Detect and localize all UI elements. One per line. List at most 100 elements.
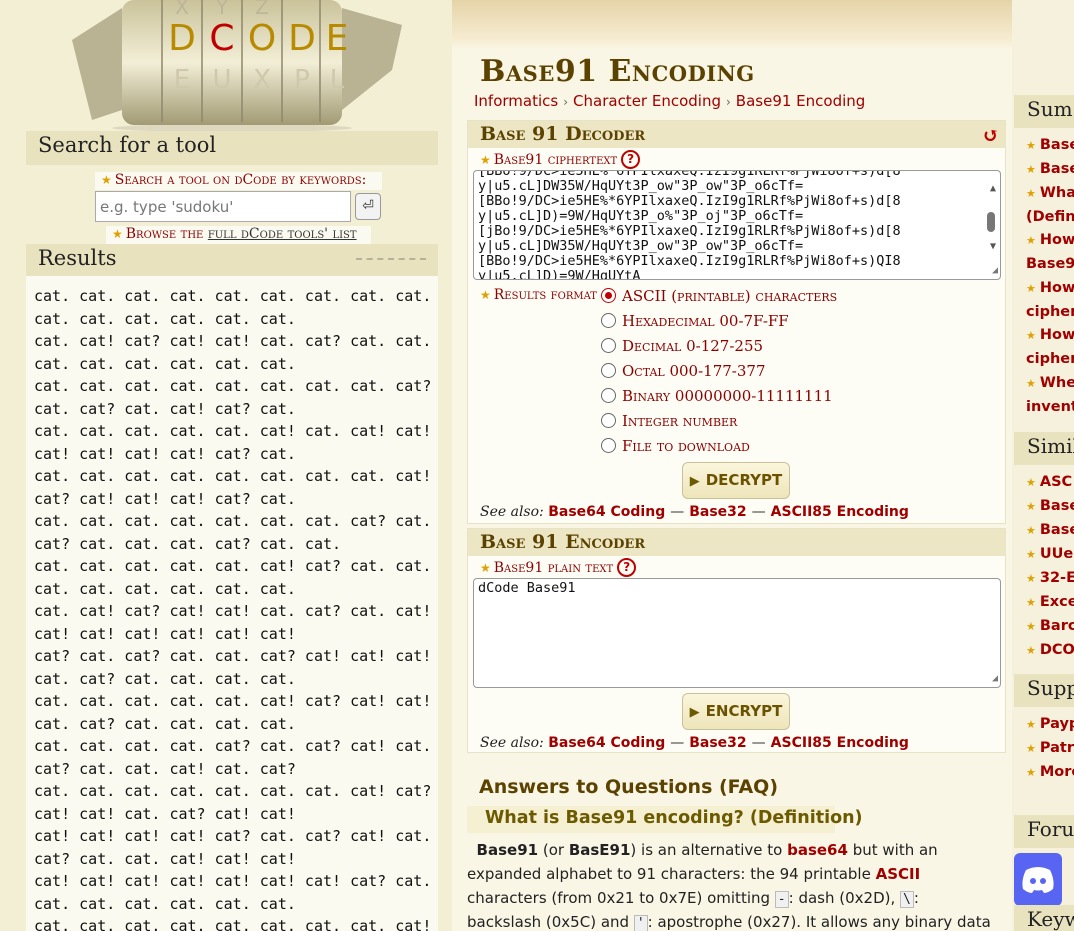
char-dash: - bbox=[774, 891, 789, 908]
star-icon: ★ bbox=[1026, 572, 1036, 585]
summary-item[interactable]: ★ How bbox=[1026, 232, 1074, 248]
result-line: cat! cat! cat! cat! cat? cat. cat? cat! … bbox=[34, 827, 432, 845]
logo-letter: D bbox=[168, 18, 196, 59]
format-option[interactable]: Decimal 0-127-255 bbox=[601, 337, 763, 359]
ciphertext-textarea[interactable]: [BBo!9/DC>ie5HE%*6YPIlxaxeQ.IzI9g1RLRf%P… bbox=[473, 170, 1001, 280]
textarea-scrollbar[interactable]: ▲ ▼ bbox=[984, 173, 998, 277]
similar-item[interactable]: ★ Exce bbox=[1026, 594, 1074, 610]
logo-letter: C bbox=[209, 18, 234, 59]
browse-all-tools: ★ Browse the full dCode tools' list bbox=[106, 226, 371, 244]
main-content: Base91 Encoding Informatics › Character En… bbox=[452, 0, 1012, 931]
help-icon[interactable]: ? bbox=[621, 150, 641, 169]
similar-item[interactable]: ★ Barc bbox=[1026, 618, 1074, 634]
format-option[interactable]: Integer number bbox=[601, 412, 737, 434]
radio-button[interactable] bbox=[601, 288, 616, 303]
logo-letter: Z bbox=[255, 0, 269, 19]
logo-letter: X bbox=[175, 0, 189, 19]
forum-title: Foru bbox=[1014, 815, 1074, 848]
dcode-logo[interactable]: X Y Z D C O D E E U X P L bbox=[0, 0, 452, 131]
summary-item-label: Whe bbox=[1039, 375, 1074, 391]
faq-question: What is Base91 encoding? (Definition) bbox=[467, 806, 863, 833]
similar-item[interactable]: ★ 32-E bbox=[1026, 570, 1074, 586]
summary-item[interactable]: ★ How bbox=[1026, 327, 1074, 343]
result-line: cat. cat. cat. cat. cat. cat! cat? cat! … bbox=[34, 692, 432, 710]
format-option[interactable]: Octal 000-177-377 bbox=[601, 362, 766, 384]
summary-item-cont[interactable]: Base91 bbox=[1026, 256, 1074, 272]
decrypt-button[interactable]: ▶ DECRYPT bbox=[682, 462, 790, 499]
similar-item[interactable]: ★ ASC bbox=[1026, 474, 1072, 490]
similar-item[interactable]: ★ DCO bbox=[1026, 642, 1074, 658]
plaintext-textarea[interactable]: dCode Base91 ◢ bbox=[473, 578, 1001, 688]
resize-handle-icon[interactable]: ◢ bbox=[992, 263, 998, 278]
ciphertext-line: y|u5.cL]D)=9W/HqUYt3P_o%"3P_oj"3P_o6cTf= bbox=[478, 208, 804, 224]
summary-item-cont[interactable]: cipher bbox=[1026, 304, 1074, 320]
discord-icon[interactable] bbox=[1014, 853, 1062, 906]
see-also-base32[interactable]: Base32 bbox=[689, 735, 746, 751]
support-item[interactable]: ★Payp bbox=[1026, 716, 1074, 732]
see-also-base32[interactable]: Base32 bbox=[689, 504, 746, 520]
char-apostrophe: ' bbox=[633, 915, 648, 931]
see-also-ascii85[interactable]: ASCII85 Encoding bbox=[771, 504, 909, 520]
summary-item[interactable]: ★Base bbox=[1026, 137, 1074, 153]
scroll-up-icon[interactable]: ▲ bbox=[990, 181, 996, 196]
similar-item[interactable]: ★ UUe bbox=[1026, 546, 1073, 562]
ciphertext-line: y|u5.cL]DW35W/HqUYt3P_ow"3P_ow"3P_o6cTf= bbox=[478, 238, 804, 254]
summary-item[interactable]: ★ How bbox=[1026, 280, 1074, 296]
similar-item[interactable]: ★Base bbox=[1026, 522, 1074, 538]
link-ascii[interactable]: ASCII bbox=[876, 865, 921, 883]
breadcrumb-informatics[interactable]: Informatics bbox=[474, 92, 558, 110]
star-icon: ★ bbox=[1026, 377, 1036, 390]
browse-prefix: Browse the bbox=[125, 226, 208, 242]
breadcrumb-base91-encoding[interactable]: Base91 Encoding bbox=[736, 92, 866, 110]
format-option[interactable]: Hexadecimal 00-7F-FF bbox=[601, 312, 789, 334]
similar-item-label: Base bbox=[1039, 498, 1074, 514]
decoder-panel: Base 91 Decoder ↺ ★ Base91 ciphertext? [BB… bbox=[467, 120, 1006, 524]
summary-item[interactable]: ★ Whe bbox=[1026, 375, 1074, 391]
format-option[interactable]: File to download bbox=[601, 437, 750, 459]
format-option-label: ASCII (printable) characters bbox=[622, 287, 838, 305]
scroll-down-icon[interactable]: ▼ bbox=[990, 239, 996, 254]
ciphertext-label-text: Base91 ciphertext bbox=[493, 152, 618, 168]
similar-item-label: Base bbox=[1039, 522, 1074, 538]
format-option-label: Binary 00000000-11111111 bbox=[622, 387, 833, 405]
search-label: ★ Search a tool on dCode by keywords: bbox=[95, 172, 382, 190]
link-base64[interactable]: base64 bbox=[787, 841, 848, 859]
similar-title: Simil bbox=[1014, 432, 1074, 465]
breadcrumb-separator: › bbox=[563, 95, 569, 109]
char-backslash: \ bbox=[900, 891, 914, 908]
scroll-thumb[interactable] bbox=[987, 212, 995, 232]
format-option[interactable]: Binary 00000000-11111111 bbox=[601, 387, 833, 409]
format-option[interactable]: ASCII (printable) characters bbox=[601, 287, 837, 309]
summary-item-cont[interactable]: invente bbox=[1026, 399, 1074, 415]
summary-item[interactable]: ★Base bbox=[1026, 161, 1074, 177]
browse-tools-link[interactable]: full dCode tools' list bbox=[208, 226, 357, 242]
format-option-label: Octal 000-177-377 bbox=[622, 362, 766, 380]
resize-handle-icon[interactable]: ◢ bbox=[992, 671, 998, 686]
similar-item[interactable]: ★Base bbox=[1026, 498, 1074, 514]
radio-button[interactable] bbox=[601, 413, 616, 428]
result-line: cat. cat. cat. cat. cat. cat. cat. cat. … bbox=[34, 917, 432, 931]
radio-button[interactable] bbox=[601, 338, 616, 353]
encrypt-button[interactable]: ▶ ENCRYPT bbox=[682, 693, 790, 730]
summary-item-cont[interactable]: (Defini bbox=[1026, 209, 1074, 225]
radio-button[interactable] bbox=[601, 388, 616, 403]
results-toolbar-icon[interactable] bbox=[356, 258, 426, 260]
radio-button[interactable] bbox=[601, 313, 616, 328]
radio-button[interactable] bbox=[601, 438, 616, 453]
search-submit-button[interactable]: ⏎ bbox=[355, 193, 381, 220]
support-item[interactable]: ★ Patr bbox=[1026, 740, 1074, 756]
radio-button[interactable] bbox=[601, 363, 616, 378]
see-also-base64[interactable]: Base64 Coding bbox=[548, 735, 665, 751]
see-also-base64[interactable]: Base64 Coding bbox=[548, 504, 665, 520]
breadcrumb-character-encoding[interactable]: Character Encoding bbox=[573, 92, 721, 110]
refresh-icon[interactable]: ↺ bbox=[982, 123, 999, 147]
summary-item[interactable]: ★What bbox=[1026, 185, 1074, 201]
see-also-ascii85[interactable]: ASCII85 Encoding bbox=[771, 735, 909, 751]
support-item[interactable]: ★More bbox=[1026, 764, 1074, 780]
logo-letter: E bbox=[326, 18, 349, 59]
help-icon[interactable]: ? bbox=[617, 558, 637, 577]
star-icon: ★ bbox=[1026, 644, 1036, 657]
summary-item-cont[interactable]: cipher bbox=[1026, 351, 1074, 367]
search-input[interactable] bbox=[95, 191, 351, 222]
result-line: cat. cat. cat. cat. cat. cat. bbox=[34, 354, 296, 373]
